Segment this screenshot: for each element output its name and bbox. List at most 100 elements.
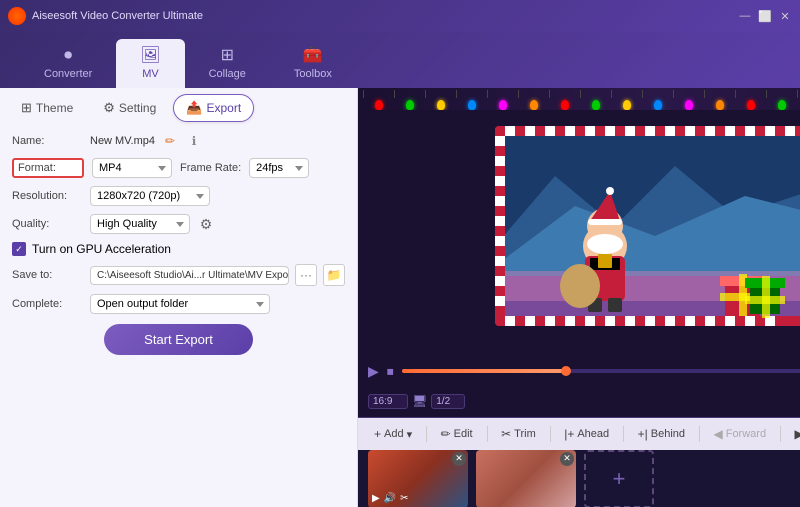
nav-tabs: ⏺ Converter 🖼 MV ⊞ Collage 🧰 Toolbox	[0, 32, 800, 88]
quality-select[interactable]: High Quality	[90, 214, 190, 234]
behind-button[interactable]: +| Behind	[630, 424, 693, 444]
window-controls[interactable]: — ⬜ ✕	[738, 9, 792, 23]
close-button[interactable]: ✕	[778, 9, 792, 23]
setting-gear-icon: ⚙	[103, 100, 115, 116]
forward-button[interactable]: ◀ Forward	[705, 424, 774, 444]
preview-svg	[495, 126, 800, 326]
ahead-label: Ahead	[577, 428, 609, 440]
left-panel: ⊞ Theme ⚙ Setting 📤 Export Name: New MV.…	[0, 88, 358, 507]
framerate-label: Frame Rate:	[180, 162, 241, 174]
stop-button[interactable]: ⏹	[387, 363, 394, 380]
maximize-button[interactable]: ⬜	[758, 9, 772, 23]
app-logo	[8, 7, 26, 25]
save-path-display: C:\Aiseesoft Studio\Ai...r Ultimate\MV E…	[90, 266, 289, 285]
timeline-clips: ✕ ▶ 🔊 ✂ ✕ +	[358, 450, 800, 507]
name-label: Name:	[12, 135, 84, 147]
add-icon: +	[374, 427, 381, 441]
ahead-icon: |+	[564, 427, 574, 441]
tab-converter[interactable]: ⏺ Converter	[20, 41, 116, 88]
player-controls2: 16:9 🖥 1/2 Start Export	[358, 389, 800, 417]
complete-row: Complete: Open output folder	[12, 294, 345, 314]
format-select[interactable]: MP4	[92, 158, 172, 178]
format-label: Format:	[12, 158, 84, 178]
export-icon: 📤	[186, 100, 202, 116]
aspect-ratio-select[interactable]: 16:9	[368, 394, 408, 409]
player-controls: ▶ ⏹ 00:03:23.16/00:07:25.04 🔊	[358, 353, 800, 389]
framerate-select[interactable]: 24fps	[249, 158, 309, 178]
page-select[interactable]: 1/2	[431, 394, 465, 409]
backward-icon: ▶	[795, 427, 800, 441]
path-dots-button[interactable]: ···	[295, 264, 317, 286]
main-container: ⊞ Theme ⚙ Setting 📤 Export Name: New MV.…	[0, 88, 800, 507]
tab-mv[interactable]: 🖼 MV	[116, 39, 184, 88]
app-title: Aiseesoft Video Converter Ultimate	[32, 10, 738, 22]
converter-icon: ⏺	[64, 47, 72, 65]
tab-toolbox-label: Toolbox	[294, 68, 332, 80]
sub-tab-setting-label: Setting	[119, 101, 156, 115]
sub-tab-export[interactable]: 📤 Export	[173, 94, 254, 122]
complete-select[interactable]: Open output folder	[90, 294, 270, 314]
ahead-button[interactable]: |+ Ahead	[556, 424, 617, 444]
preview-image	[495, 126, 800, 326]
browse-folder-button[interactable]: 📁	[323, 264, 345, 286]
add-button[interactable]: + Add ▾	[366, 424, 420, 444]
edit-icon: ✏	[441, 427, 451, 441]
clip-controls: ▶ 🔊 ✂	[372, 493, 409, 504]
tab-collage-label: Collage	[209, 68, 246, 80]
forward-label: Forward	[726, 428, 766, 440]
progress-bar[interactable]	[402, 369, 800, 373]
quality-row: Quality: High Quality ⚙	[12, 214, 345, 234]
clip-item[interactable]: ✕	[476, 450, 576, 507]
title-bar: Aiseesoft Video Converter Ultimate — ⬜ ✕	[0, 0, 800, 32]
gpu-checkbox[interactable]: ✓	[12, 242, 26, 256]
sub-tab-export-label: Export	[206, 101, 241, 115]
monitor-icon: 🖥	[412, 394, 427, 408]
add-arrow-icon: ▾	[407, 428, 413, 441]
resolution-row: Resolution: 1280x720 (720p)	[12, 186, 345, 206]
clip-remove-button[interactable]: ✕	[452, 452, 466, 466]
tab-collage[interactable]: ⊞ Collage	[185, 39, 270, 88]
christmas-lights	[358, 88, 800, 110]
tab-mv-label: MV	[142, 68, 159, 80]
add-clip-button[interactable]: +	[584, 450, 654, 507]
play-button[interactable]: ▶	[368, 363, 379, 380]
save-label: Save to:	[12, 269, 84, 281]
collage-icon: ⊞	[221, 45, 234, 65]
clip-volume-icon[interactable]: 🔊	[384, 493, 396, 504]
settings-content: Name: New MV.mp4 ✏ ℹ Format: MP4 Frame R…	[0, 122, 357, 507]
start-export-left-button[interactable]: Start Export	[104, 324, 253, 355]
tab-converter-label: Converter	[44, 68, 92, 80]
minimize-button[interactable]: —	[738, 9, 752, 23]
info-button[interactable]: ℹ	[185, 132, 203, 150]
right-panel: ▶ ⏹ 00:03:23.16/00:07:25.04 🔊 16:9 🖥 1/2	[358, 88, 800, 507]
edit-name-button[interactable]: ✏	[161, 132, 179, 150]
progress-fill	[402, 369, 566, 373]
clip-scissors-icon[interactable]: ✂	[400, 493, 408, 504]
sub-tab-theme-label: Theme	[36, 101, 73, 115]
forward-icon: ◀	[713, 427, 722, 441]
trim-icon: ✂	[501, 427, 511, 441]
toolbox-icon: 🧰	[303, 45, 323, 65]
clip-play-icon[interactable]: ▶	[372, 493, 380, 504]
resolution-select[interactable]: 1280x720 (720p)	[90, 186, 210, 206]
behind-label: Behind	[651, 428, 685, 440]
save-row: Save to: C:\Aiseesoft Studio\Ai...r Ulti…	[12, 264, 345, 286]
timeline-toolbar: + Add ▾ ✏ Edit ✂ Trim |+ Ahead	[358, 418, 800, 450]
quality-settings-icon[interactable]: ⚙	[196, 214, 216, 234]
edit-button[interactable]: ✏ Edit	[433, 424, 481, 444]
gpu-row: ✓ Turn on GPU Acceleration	[12, 242, 345, 256]
trim-button[interactable]: ✂ Trim	[493, 424, 544, 444]
name-value: New MV.mp4	[90, 135, 155, 147]
complete-label: Complete:	[12, 298, 84, 310]
sub-tab-theme[interactable]: ⊞ Theme	[8, 94, 86, 122]
clip-item[interactable]: ✕ ▶ 🔊 ✂	[368, 450, 468, 507]
tab-toolbox[interactable]: 🧰 Toolbox	[270, 39, 356, 88]
edit-label: Edit	[454, 428, 473, 440]
trim-label: Trim	[514, 428, 536, 440]
ratio-wrap: 16:9 🖥 1/2	[368, 394, 465, 409]
backward-button[interactable]: ▶ Backward	[787, 424, 800, 444]
clip-remove-button[interactable]: ✕	[560, 452, 574, 466]
add-label: Add	[384, 428, 404, 440]
preview-background	[495, 126, 800, 326]
sub-tab-setting[interactable]: ⚙ Setting	[90, 94, 169, 122]
